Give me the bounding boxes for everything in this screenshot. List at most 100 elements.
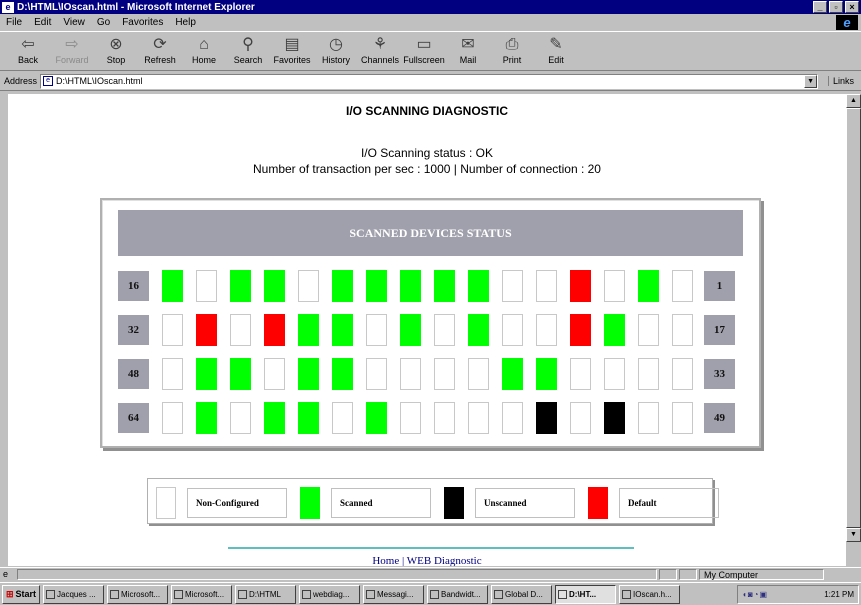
web-diagnostic-link[interactable]: WEB Diagnostic (407, 555, 482, 566)
device-cell-non-configured (434, 402, 455, 434)
device-cell-default (196, 314, 217, 346)
address-dropdown-icon[interactable]: ▼ (804, 74, 818, 88)
home-button[interactable]: ⌂ Home (182, 32, 226, 66)
stop-button[interactable]: ⊗ Stop (94, 32, 138, 66)
device-cell-non-configured (230, 314, 251, 346)
edit-button[interactable]: ✎ Edit (534, 32, 578, 66)
menu-go[interactable]: Go (97, 17, 110, 28)
task-label: webdiag... (313, 589, 350, 599)
taskbar-button[interactable]: D:\HT... (555, 584, 616, 604)
task-app-icon (238, 589, 247, 599)
back-button[interactable]: ⇦ Back (6, 32, 50, 66)
device-cell-default (570, 270, 591, 302)
toolbar-label: Back (17, 55, 38, 65)
tray-icons[interactable]: ◖◙◔▣ (742, 590, 768, 599)
scroll-down-icon[interactable]: ▼ (846, 528, 861, 542)
fullscreen-button[interactable]: ▭ Fullscreen (402, 32, 446, 66)
device-row: 64 49 (118, 402, 743, 434)
device-cell-non-configured (604, 358, 625, 390)
menu-file[interactable]: File (6, 17, 22, 28)
taskbar-button[interactable]: D:\HTML (235, 584, 296, 604)
device-cell-scanned (400, 314, 421, 346)
task-app-icon (366, 589, 375, 599)
close-button[interactable]: × (845, 1, 859, 13)
legend-item-unscanned: Unscanned (444, 487, 575, 519)
device-cell-non-configured (298, 270, 319, 302)
favorites-button[interactable]: ▤ Favorites (270, 32, 314, 66)
device-cell-non-configured (468, 358, 489, 390)
back-arrow-icon: ⇦ (21, 36, 35, 53)
menu-favorites[interactable]: Favorites (122, 17, 163, 28)
vertical-scrollbar[interactable]: ▲ ▼ (846, 94, 861, 566)
row-end-label: 1 (704, 271, 735, 301)
status-bar: e My Computer (0, 567, 861, 580)
address-label: Address (4, 76, 38, 86)
toolbar-label: Stop (106, 55, 126, 65)
taskbar-button[interactable]: Jacques ... (43, 584, 104, 604)
mail-button[interactable]: ✉ Mail (446, 32, 490, 66)
scroll-up-icon[interactable]: ▲ (846, 94, 861, 108)
minimize-button[interactable]: _ (813, 1, 827, 13)
address-value: D:\HTML\IOscan.html (56, 76, 143, 86)
device-cell-non-configured (502, 402, 523, 434)
window-title-bar[interactable]: e D:\HTML\IOscan.html - Microsoft Intern… (0, 0, 861, 14)
status-secure-panel (679, 568, 697, 580)
maximize-button[interactable]: ▫ (829, 1, 843, 13)
task-app-icon (302, 589, 311, 599)
scanned-devices-panel: SCANNED DEVICES STATUS 16 1 32 17 48 33 64 49 (100, 198, 761, 448)
search-button[interactable]: ⚲ Search (226, 32, 270, 66)
device-cell-non-configured (502, 314, 523, 346)
device-cell-non-configured (570, 402, 591, 434)
task-app-icon (110, 589, 119, 599)
taskbar-button[interactable]: Microsoft... (107, 584, 168, 604)
device-cell-unscanned (604, 402, 625, 434)
history-button[interactable]: ◷ History (314, 32, 358, 66)
footer-links: Home | WEB Diagnostic (8, 555, 846, 566)
print-button[interactable]: ⎙ Print (490, 32, 534, 66)
refresh-button[interactable]: ⟳ Refresh (138, 32, 182, 66)
status-progress-panel (659, 568, 677, 580)
taskbar-button[interactable]: IOscan.h... (619, 584, 680, 604)
taskbar-button[interactable]: webdiag... (299, 584, 360, 604)
device-cell-unscanned (536, 402, 557, 434)
device-cell-non-configured (400, 358, 421, 390)
device-cell-non-configured (536, 270, 557, 302)
device-cell-non-configured (672, 358, 693, 390)
device-cell-scanned (298, 358, 319, 390)
legend-swatch (588, 487, 608, 519)
channels-button[interactable]: ⚘ Channels (358, 32, 402, 66)
mail-icon: ✉ (461, 36, 475, 53)
security-zone: My Computer (699, 568, 824, 580)
device-cell-scanned (536, 358, 557, 390)
forward-button[interactable]: ⇨ Forward (50, 32, 94, 66)
clock[interactable]: 1:21 PM (824, 590, 854, 599)
start-button[interactable]: ⊞ Start (2, 584, 40, 604)
links-button[interactable]: Links (828, 76, 854, 86)
menu-view[interactable]: View (63, 17, 85, 28)
toolbar-label: Search (233, 55, 263, 65)
system-tray: ◖◙◔▣ 1:21 PM (737, 584, 859, 604)
menu-edit[interactable]: Edit (34, 17, 51, 28)
home-link[interactable]: Home (372, 555, 399, 566)
legend-label: Non-Configured (187, 488, 287, 518)
taskbar-button[interactable]: Microsoft... (171, 584, 232, 604)
device-cell-scanned (332, 270, 353, 302)
address-bar: Address e D:\HTML\IOscan.html ▼ Links (0, 72, 861, 91)
legend-item-default: Default (588, 487, 719, 519)
address-input[interactable]: e D:\HTML\IOscan.html ▼ (40, 73, 819, 89)
taskbar-button[interactable]: Global D... (491, 584, 552, 604)
device-cell-scanned (332, 314, 353, 346)
row-start-label: 64 (118, 403, 149, 433)
device-cell-non-configured (196, 270, 217, 302)
device-row: 32 17 (118, 314, 743, 346)
taskbar: ⊞ Start Jacques ... Microsoft... Microsoft… (0, 582, 861, 605)
device-cell-non-configured (400, 402, 421, 434)
scroll-thumb[interactable] (846, 108, 861, 528)
menu-help[interactable]: Help (175, 17, 196, 28)
device-cell-scanned (332, 358, 353, 390)
ie-window-icon[interactable]: e (2, 1, 14, 13)
page-title: I/O SCANNING DIAGNOSTIC (345, 104, 508, 118)
legend-swatch (444, 487, 464, 519)
taskbar-button[interactable]: Bandwidt... (427, 584, 488, 604)
taskbar-button[interactable]: Messagi... (363, 584, 424, 604)
